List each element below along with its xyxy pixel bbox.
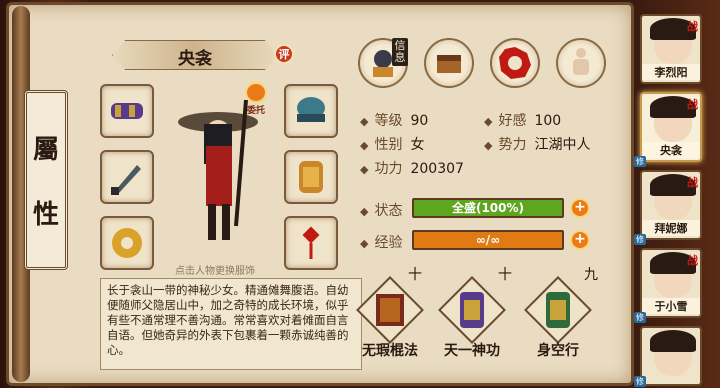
level-label: 等级	[374, 113, 403, 129]
treasure-tab-icon	[437, 55, 461, 73]
equip-slot-helmet[interactable]	[284, 84, 338, 138]
diamond-icon: ◆	[484, 139, 493, 152]
bracer-icon	[111, 103, 143, 119]
scroll-book-icon	[376, 294, 404, 326]
skill-slot-1[interactable]	[356, 276, 424, 344]
level-stat: ◆ 等级 90	[360, 110, 428, 130]
game-screen: 屬 性 央衾 评 委托 点击人物更换服饰 长于衾山一带的神秘少女。精通傩舞腹语。…	[0, 0, 720, 388]
diamond-icon: ◆	[360, 163, 369, 176]
cultivate-mark: 修	[634, 376, 646, 387]
faction-value: 江湖中人	[534, 137, 591, 153]
skill-name-1: 无瑕棍法	[362, 343, 418, 359]
status-label: 状态	[374, 203, 403, 219]
diamond-icon: ◆	[360, 115, 369, 128]
exp-label: 经验	[374, 235, 403, 251]
body-tab[interactable]	[556, 38, 606, 88]
exp-plus-button[interactable]: +	[570, 230, 590, 250]
status-bar-text: 全盛(100%)	[451, 201, 525, 215]
character-name: 央衾	[178, 49, 212, 69]
power-label: 功力	[374, 161, 403, 177]
power-stat: ◆ 功力 200307	[360, 158, 464, 178]
knot-charm-icon	[302, 226, 320, 259]
green-scroll-icon	[546, 292, 570, 328]
helmet-icon	[297, 97, 325, 122]
treasure-tab[interactable]	[424, 38, 474, 88]
eval-button[interactable]: 评	[274, 44, 294, 64]
character-sprite	[178, 99, 258, 240]
level-value: 90	[410, 113, 429, 129]
bagua-tab[interactable]	[490, 38, 540, 88]
jade-ring-icon	[112, 228, 142, 258]
faction-label: 势力	[498, 137, 527, 153]
equip-slot-armor[interactable]	[284, 150, 338, 204]
status-row: ◆ 状态	[360, 200, 410, 220]
equip-slot-jade-ring[interactable]	[100, 216, 154, 270]
favor-label: 好感	[498, 113, 527, 129]
battle-badge: 战	[687, 20, 698, 33]
roster-hero-3[interactable]: 战 拜妮娜	[640, 170, 702, 240]
hero-name: 李烈阳	[642, 64, 700, 80]
roster-hero-4[interactable]: 战 于小雪	[640, 248, 702, 318]
attribute-tab-char-2: 性	[32, 200, 59, 230]
cultivate-mark: 修	[634, 312, 646, 323]
diamond-icon: ◆	[360, 237, 369, 250]
dagger-icon	[111, 165, 141, 195]
roster-hero-1[interactable]: 战 李烈阳	[640, 14, 702, 84]
skill-name-3: 身空行	[537, 343, 579, 359]
outfit-hint: 点击人物更换服饰	[175, 266, 255, 277]
favor-value: 100	[534, 113, 562, 129]
cultivate-mark: 修	[634, 156, 646, 167]
gender-stat: ◆ 性别女	[360, 134, 424, 154]
hero-name: 于小雪	[642, 298, 700, 314]
info-tab-label: 信息	[392, 38, 408, 66]
exp-row: ◆ 经验	[360, 232, 410, 252]
battle-badge: 战	[687, 98, 698, 111]
outfit-swap-button[interactable]: 委托	[244, 82, 268, 116]
skill-name-2: 天一神功	[444, 343, 500, 359]
gender-label: 性别	[374, 137, 403, 153]
roster-hero-2[interactable]: 战 央衾	[640, 92, 702, 162]
attribute-tab[interactable]: 屬 性	[24, 90, 68, 270]
diamond-icon: ◆	[360, 205, 369, 218]
exp-bar-text: ∞/∞	[475, 233, 501, 247]
status-plus-button[interactable]: +	[570, 198, 590, 218]
purple-scroll-icon	[460, 292, 484, 328]
bagua-tab-icon	[499, 47, 531, 79]
cultivate-mark: 修	[634, 234, 646, 245]
armor-icon	[299, 161, 323, 193]
battle-badge: 战	[687, 176, 698, 189]
character-figure[interactable]	[160, 96, 280, 254]
gender-value: 女	[410, 137, 425, 153]
power-value: 200307	[410, 161, 464, 177]
hero-name: 拜妮娜	[642, 220, 700, 236]
exp-bar: ∞/∞	[412, 230, 564, 250]
equip-slot-bracer[interactable]	[100, 84, 154, 138]
equip-slot-dagger[interactable]	[100, 150, 154, 204]
battle-badge: 战	[687, 254, 698, 267]
swap-icon	[245, 82, 267, 103]
diamond-icon: ◆	[360, 139, 369, 152]
status-bar: 全盛(100%)	[412, 198, 564, 218]
character-description: 长于衾山一带的神秘少女。精通傩舞腹语。自幼便随师父隐居山中，加之奇特的成长环境，…	[100, 278, 362, 370]
skill-slot-3[interactable]	[524, 276, 592, 344]
equip-slot-knot-charm[interactable]	[284, 216, 338, 270]
attribute-tab-char-1: 屬	[32, 135, 59, 165]
hero-name: 央衾	[642, 142, 700, 158]
roster-hero-5[interactable]	[640, 326, 702, 386]
skill-slot-2[interactable]	[438, 276, 506, 344]
diamond-icon: ◆	[484, 115, 493, 128]
hero-hair	[650, 330, 696, 352]
faction-stat: ◆ 势力 江湖中人	[484, 134, 590, 154]
body-tab-icon	[573, 48, 589, 75]
swap-label: 委托	[246, 106, 265, 116]
favor-stat: ◆ 好感 100	[484, 110, 561, 130]
